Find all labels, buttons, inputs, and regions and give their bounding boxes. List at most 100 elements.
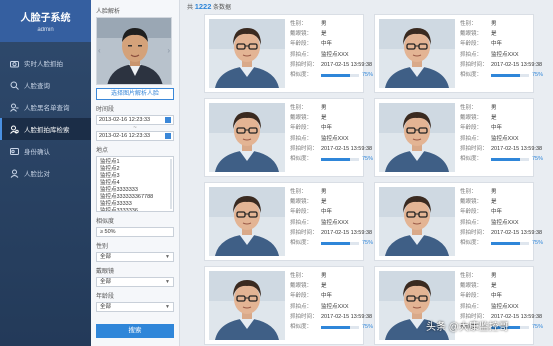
scrollbar[interactable] <box>170 159 172 209</box>
field-value: 监控点XXX <box>321 303 349 310</box>
query-photo[interactable]: ‹ › <box>96 17 172 85</box>
field-label: 年龄段： <box>460 293 483 300</box>
result-card[interactable]: 性别：男戴眼镜：是年龄段： 中年 抓拍点： 监控点XXX 抓拍时间： 2017-02-15… <box>374 14 543 93</box>
result-card[interactable]: 性别：男戴眼镜：是年龄段： 中年 抓拍点： 监控点XXX 抓拍时间： 2017-02-15… <box>374 182 543 261</box>
captured-face-image[interactable] <box>379 19 455 88</box>
field-label: 性别： <box>290 189 307 195</box>
field-value: 中年 <box>491 209 503 216</box>
nav-item-compare[interactable]: 人脸比对 <box>0 162 91 184</box>
field-age: 年龄段： 中年 <box>460 123 543 133</box>
search-button[interactable]: 搜索 <box>96 324 174 338</box>
nav-item-label: 人脸黑名单查询 <box>24 105 70 112</box>
next-arrow-icon[interactable]: › <box>167 46 170 55</box>
result-card[interactable]: 性别：男戴眼镜：是年龄段： 中年 抓拍点： 监控点XXX 抓拍时间： 2017-02-15… <box>204 182 373 261</box>
nav-item-camera[interactable]: 实时人脸抓拍 <box>0 52 91 74</box>
list-icon <box>10 103 19 112</box>
field-label: 相似度： <box>460 240 483 247</box>
similarity-bar-fill <box>321 73 350 77</box>
field-glasses: 戴眼镜： 是 <box>290 113 373 123</box>
location-option[interactable]: 监控点3333336 <box>100 208 170 211</box>
field-value: 2017-02-15 13:59:38 <box>321 61 373 68</box>
nav-item-label: 人脸查询 <box>24 83 50 90</box>
result-card[interactable]: 性别：男戴眼镜：是年龄段： 中年 抓拍点： 监控点XXX 抓拍时间： 2017-02-15… <box>204 98 373 177</box>
captured-face-image[interactable] <box>379 187 455 256</box>
field-label: 性别： <box>460 105 477 111</box>
field-value: 是 <box>321 115 327 122</box>
result-card[interactable]: 性别：男戴眼镜：是年龄段： 中年 抓拍点： 监控点XXX 抓拍时间： 2017-02-15… <box>204 266 373 345</box>
similarity-percent: 75% <box>532 324 544 331</box>
field-gender: 性别： 男 <box>460 271 543 281</box>
field-age: 年龄段： 中年 <box>290 123 373 133</box>
captured-face-image[interactable] <box>209 19 285 88</box>
field-value: 男 <box>491 273 497 279</box>
calendar-icon[interactable] <box>165 117 171 123</box>
location-option[interactable]: 监控点3333333 <box>100 187 170 194</box>
captured-face-image[interactable] <box>379 103 455 172</box>
prev-arrow-icon[interactable]: ‹ <box>98 46 101 55</box>
result-info: 性别：男戴眼镜：是年龄段： 中年 抓拍点： 监控点XXX 抓拍时间： 2017-02-15… <box>460 103 543 172</box>
location-option[interactable]: 监控点2 <box>100 166 170 173</box>
similarity-bar-fill <box>491 73 520 77</box>
location-option[interactable]: 监控点4 <box>100 180 170 187</box>
location-option[interactable]: 监控点3 <box>100 173 170 180</box>
captured-face-image[interactable] <box>209 187 285 256</box>
result-card[interactable]: 性别：男戴眼镜：是年龄段： 中年 抓拍点： 监控点XXX 抓拍时间： 2017-02-15… <box>204 14 373 93</box>
field-label: 性别： <box>460 273 477 279</box>
app-title: 人脸子系统 <box>20 13 71 24</box>
result-info: 性别：男戴眼镜：是年龄段： 中年 抓拍点： 监控点XXX 抓拍时间： 2017-02-15… <box>290 271 373 340</box>
similarity-percent: 75% <box>362 156 374 163</box>
glasses-select[interactable]: 全部 ▼ <box>96 277 174 287</box>
age-label: 年龄段 <box>96 294 115 300</box>
similarity-percent: 75% <box>532 156 544 163</box>
nav-item-list[interactable]: 人脸黑名单查询 <box>0 96 91 118</box>
field-label: 抓拍时间： <box>460 145 488 152</box>
time-end-input[interactable]: 2013-02-16 12:23:33 <box>96 131 174 141</box>
field-label: 相似度： <box>290 240 313 247</box>
result-info: 性别：男戴眼镜：是年龄段： 中年 抓拍点： 监控点XXX 抓拍时间： 2017-02-15… <box>290 103 373 172</box>
field-gender: 性别： 男 <box>290 103 373 113</box>
field-value: 是 <box>491 199 497 206</box>
field-label: 相似度： <box>290 72 313 79</box>
pick-image-button[interactable]: 选择图片解析人脸 <box>96 88 174 100</box>
field-value: 监控点XXX <box>491 219 519 226</box>
field-value: 男 <box>491 105 497 111</box>
captured-face-image[interactable] <box>209 271 285 340</box>
field-value: 男 <box>321 189 327 195</box>
captured-face-image[interactable] <box>209 103 285 172</box>
location-list[interactable]: 监控点1 监控点2 监控点3 监控点4 监控点3333333 监控点33333336778… <box>96 156 174 212</box>
current-user[interactable]: admin <box>0 27 91 33</box>
field-value: 男 <box>321 21 327 27</box>
nav-item-id-card[interactable]: 身份确认 <box>0 140 91 162</box>
field-gender: 性别： 男 <box>290 19 373 29</box>
field-value: 是 <box>321 283 327 290</box>
field-age: 年龄段： 中年 <box>290 291 373 301</box>
location-option[interactable]: 监控点1 <box>100 159 170 166</box>
calendar-icon[interactable] <box>165 133 171 139</box>
field-label: 抓拍点： <box>460 219 483 226</box>
similarity-label: 相似度 <box>96 219 115 225</box>
field-label: 年龄段： <box>290 125 313 132</box>
field-value: 是 <box>491 31 497 38</box>
field-label: 性别： <box>290 105 307 111</box>
watermark: 头条 @大康监控哥 <box>426 322 509 333</box>
field-label: 戴眼镜： <box>460 31 483 38</box>
similarity-bar-fill <box>321 325 350 329</box>
field-glasses: 戴眼镜： 是 <box>460 281 543 291</box>
nav-item-search[interactable]: 人脸查询 <box>0 74 91 96</box>
location-option[interactable]: 监控点33333 <box>100 201 170 208</box>
time-start-input[interactable]: 2013-02-16 12:23:33 <box>96 115 174 125</box>
nav-item-face-search[interactable]: 人脸抓拍库检索 <box>0 118 91 140</box>
field-label: 戴眼镜： <box>290 115 313 122</box>
field-label: 年龄段： <box>290 41 313 48</box>
field-label: 性别： <box>460 189 477 195</box>
gender-select[interactable]: 全部 ▼ <box>96 252 174 262</box>
location-option[interactable]: 监控点333333367788 <box>100 194 170 201</box>
similarity-input[interactable]: ≥ 50% <box>96 227 174 237</box>
result-card[interactable]: 性别：男戴眼镜：是年龄段： 中年 抓拍点： 监控点XXX 抓拍时间： 2017-02-15… <box>374 266 543 345</box>
field-label: 抓拍点： <box>460 135 483 142</box>
field-label: 年龄段： <box>290 293 313 300</box>
result-card[interactable]: 性别：男戴眼镜：是年龄段： 中年 抓拍点： 监控点XXX 抓拍时间： 2017-02-15… <box>374 98 543 177</box>
result-count: 共 1222 条数据 <box>181 0 553 12</box>
field-label: 抓拍时间： <box>290 145 318 152</box>
age-select[interactable]: 全部 ▼ <box>96 302 174 312</box>
